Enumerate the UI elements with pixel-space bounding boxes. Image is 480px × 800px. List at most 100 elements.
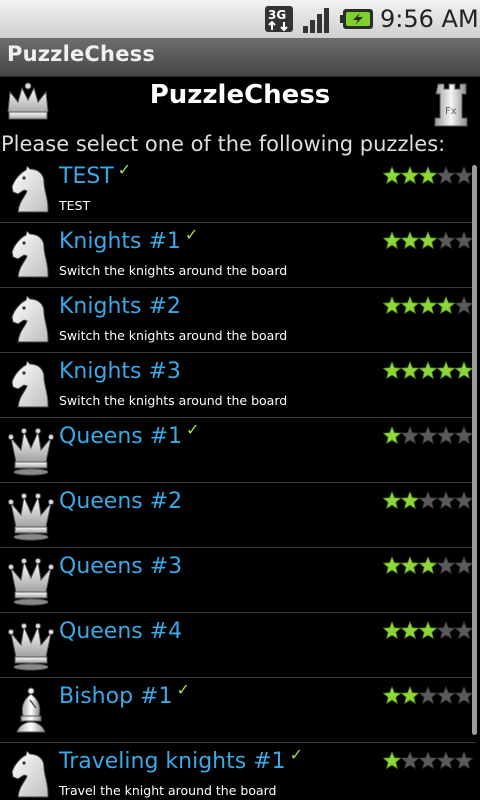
star-filled-icon xyxy=(400,621,420,640)
star-empty-icon xyxy=(436,166,456,185)
star-empty-icon xyxy=(454,426,473,445)
star-filled-icon xyxy=(383,751,402,770)
puzzle-title-text: Queens #3 xyxy=(59,554,183,579)
star-empty-icon xyxy=(436,751,456,770)
puzzle-item[interactable]: Traveling knights #1 ✓ Travel the knight a… xyxy=(0,743,476,800)
status-bar: 3G 9:56 AM xyxy=(0,0,480,39)
puzzle-item[interactable]: Queens #3 xyxy=(0,548,476,613)
rook-icon[interactable]: Fx xyxy=(432,80,472,128)
solved-check-icon: ✓ xyxy=(176,680,190,699)
puzzle-title: TEST ✓ xyxy=(59,160,131,189)
puzzle-title: Traveling knights #1 ✓ xyxy=(59,745,303,774)
knight-icon xyxy=(11,296,49,343)
puzzle-item[interactable]: Bishop #1 ✓ xyxy=(0,678,476,743)
star-filled-icon xyxy=(400,361,420,380)
battery-charging-icon xyxy=(340,9,373,29)
star-empty-icon xyxy=(454,231,473,250)
puzzle-description: TEST xyxy=(59,198,91,213)
puzzle-description: Switch the knights around the board xyxy=(59,263,288,278)
puzzle-item[interactable]: Knights #1 ✓ Switch the knights around the… xyxy=(0,223,476,288)
star-empty-icon xyxy=(454,491,473,510)
clock: 9:56 AM xyxy=(380,5,479,33)
star-filled-icon xyxy=(454,361,473,380)
star-filled-icon xyxy=(418,166,438,185)
puzzle-title-text: Queens #1 xyxy=(59,424,183,449)
solved-check-icon: ✓ xyxy=(117,160,132,179)
queen-icon xyxy=(8,623,54,671)
star-filled-icon xyxy=(383,166,402,185)
svg-text:3G: 3G xyxy=(268,8,286,22)
star-empty-icon xyxy=(418,491,438,510)
star-filled-icon xyxy=(383,621,402,640)
star-empty-icon xyxy=(454,751,473,770)
puzzle-title: Bishop #1 ✓ xyxy=(59,680,190,709)
puzzle-list[interactable]: TEST ✓ TEST Knights #1 ✓ Switch the knights a… xyxy=(0,158,480,800)
star-filled-icon xyxy=(383,231,402,250)
puzzle-title: Knights #3 xyxy=(59,359,181,384)
puzzle-title: Queens #2 xyxy=(59,489,182,514)
scrollbar[interactable] xyxy=(472,165,477,735)
star-empty-icon xyxy=(436,686,456,705)
puzzle-item[interactable]: Knights #3 Switch the knights around the … xyxy=(0,353,476,418)
puzzle-item[interactable]: Queens #4 xyxy=(0,613,476,678)
puzzle-title-text: Queens #2 xyxy=(59,489,183,514)
puzzle-item[interactable]: TEST ✓ TEST xyxy=(0,158,476,223)
star-filled-icon xyxy=(400,231,420,250)
star-filled-icon xyxy=(383,686,402,705)
puzzle-item[interactable]: Knights #2 Switch the knights around the … xyxy=(0,288,476,353)
difficulty-rating xyxy=(383,231,473,250)
difficulty-rating xyxy=(383,556,473,575)
page-title: PuzzleChess xyxy=(149,80,331,110)
solved-check-icon: ✓ xyxy=(184,225,199,244)
puzzle-title-text: Knights #1 xyxy=(59,229,181,254)
star-filled-icon xyxy=(436,296,456,315)
puzzle-title-text: Knights #2 xyxy=(59,294,181,319)
star-empty-icon xyxy=(400,426,420,445)
signal-strength-icon xyxy=(303,8,329,33)
difficulty-rating xyxy=(383,426,473,445)
puzzle-title-text: TEST xyxy=(59,164,114,189)
puzzle-title-text: Traveling knights #1 xyxy=(59,749,286,774)
difficulty-rating xyxy=(383,166,473,185)
difficulty-rating xyxy=(383,491,473,510)
star-filled-icon xyxy=(383,296,402,315)
instruction-text: Please select one of the following puzzl… xyxy=(1,132,446,156)
difficulty-rating xyxy=(383,296,473,315)
star-filled-icon xyxy=(400,686,420,705)
knight-icon xyxy=(11,361,49,408)
star-empty-icon xyxy=(436,621,456,640)
difficulty-rating xyxy=(383,686,473,705)
puzzle-description: Travel the knight around the board xyxy=(59,783,277,798)
puzzle-title-text: Queens #4 xyxy=(59,619,183,644)
puzzle-description: Switch the knights around the board xyxy=(59,393,288,408)
knight-icon xyxy=(11,166,49,213)
knight-icon xyxy=(11,751,49,798)
star-empty-icon xyxy=(418,686,438,705)
star-empty-icon xyxy=(454,556,473,575)
knight-icon xyxy=(11,231,49,278)
star-empty-icon xyxy=(436,556,456,575)
puzzle-title: Knights #2 xyxy=(59,294,181,319)
star-filled-icon xyxy=(400,166,420,185)
star-filled-icon xyxy=(400,491,420,510)
star-filled-icon xyxy=(418,556,438,575)
puzzle-item[interactable]: Queens #1 ✓ xyxy=(0,418,476,483)
puzzle-title-text: Bishop #1 xyxy=(59,684,173,709)
difficulty-rating xyxy=(383,361,473,380)
star-filled-icon xyxy=(383,491,402,510)
queen-icon xyxy=(8,428,54,476)
star-empty-icon xyxy=(436,491,456,510)
star-filled-icon xyxy=(436,361,456,380)
title-bar: PuzzleChess xyxy=(0,38,480,77)
star-empty-icon xyxy=(418,426,438,445)
star-filled-icon xyxy=(383,426,402,445)
star-empty-icon xyxy=(454,296,473,315)
star-empty-icon xyxy=(436,426,456,445)
star-filled-icon xyxy=(418,296,438,315)
star-empty-icon xyxy=(418,751,438,770)
window-title: PuzzleChess xyxy=(7,42,156,66)
star-filled-icon xyxy=(418,231,438,250)
queen-icon xyxy=(8,493,54,541)
queen-icon xyxy=(8,558,54,606)
puzzle-item[interactable]: Queens #2 xyxy=(0,483,476,548)
